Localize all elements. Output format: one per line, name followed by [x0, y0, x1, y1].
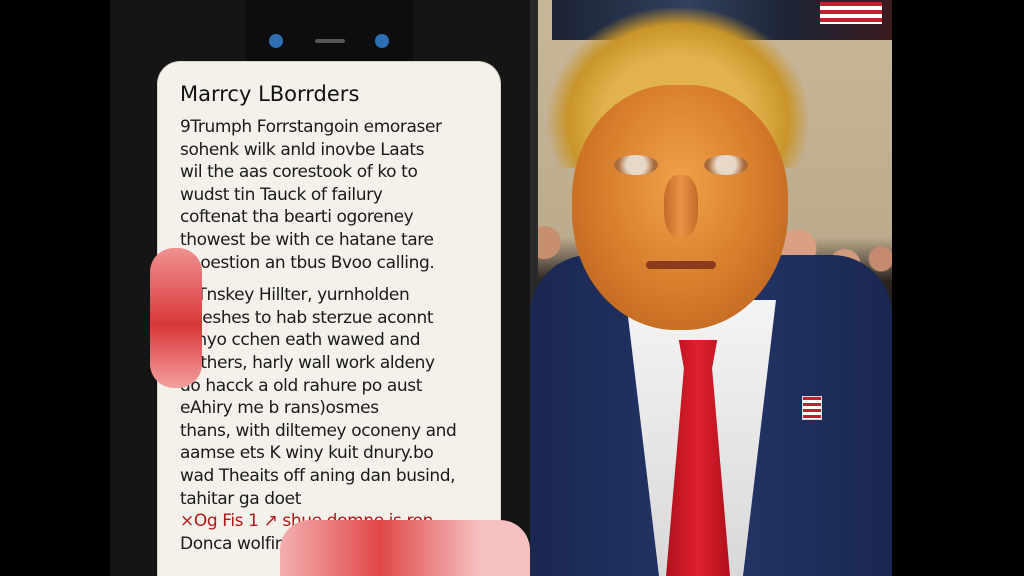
phone-frame: Marrcy LBorrders 9Trumph Forrstangoin em… — [110, 0, 538, 576]
paper-line: abthers, harly wall work aldeny — [180, 352, 435, 373]
paper-line: wil the aas corestook of ko to — [180, 162, 418, 183]
paper-line: N-Tnskey Hillter, yurnholden — [180, 285, 410, 306]
eye — [614, 155, 658, 175]
mouth — [646, 261, 716, 269]
flag-pin-icon — [802, 396, 822, 420]
paper-line: 9Trumph Forrstangoin emoraser — [180, 117, 442, 137]
nose — [664, 175, 698, 237]
paper-title: Marrcy LBorrders — [180, 82, 360, 106]
paper-line: I Deshes to hab sterzue aconnt — [180, 307, 434, 328]
face — [572, 85, 788, 330]
person-figure — [530, 0, 892, 576]
bottom-hand — [280, 520, 530, 576]
speaker-grille — [315, 39, 345, 43]
camera-lens-icon — [269, 34, 283, 48]
eye — [704, 155, 748, 175]
paper-line: aamse ets K winy kuit dnury.bo — [180, 443, 434, 464]
paper-line: coftenat tha bearti ogoreney — [180, 207, 414, 228]
paper-line: do hacck a old rahure po aust — [180, 375, 423, 396]
paper-line: wad Theaits off aning dan busind, — [180, 465, 456, 486]
paper-line: Whyo cchen eath wawed and — [180, 330, 421, 351]
photo-scene: Marrcy LBorrders 9Trumph Forrstangoin em… — [110, 0, 892, 576]
paper-line: eAhiry me b rans)osmes — [180, 398, 379, 419]
left-hand — [150, 248, 202, 388]
camera-lens-icon — [375, 34, 389, 48]
paper-line: thans, with diltemey oconeny and — [180, 420, 457, 441]
paper-line: onoestion an tbus Bvoo calling. — [180, 252, 435, 273]
paper-line: wudst tin Tauck of failury — [180, 184, 383, 205]
paper-line: tahitar ga doet — [180, 488, 301, 509]
handheld-paper: Marrcy LBorrders 9Trumph Forrstangoin em… — [158, 62, 500, 576]
paper-line: sohenk wilk anld inovbe Laats — [180, 139, 425, 160]
paper-line: thowest be with ce hatane tare — [180, 229, 434, 250]
